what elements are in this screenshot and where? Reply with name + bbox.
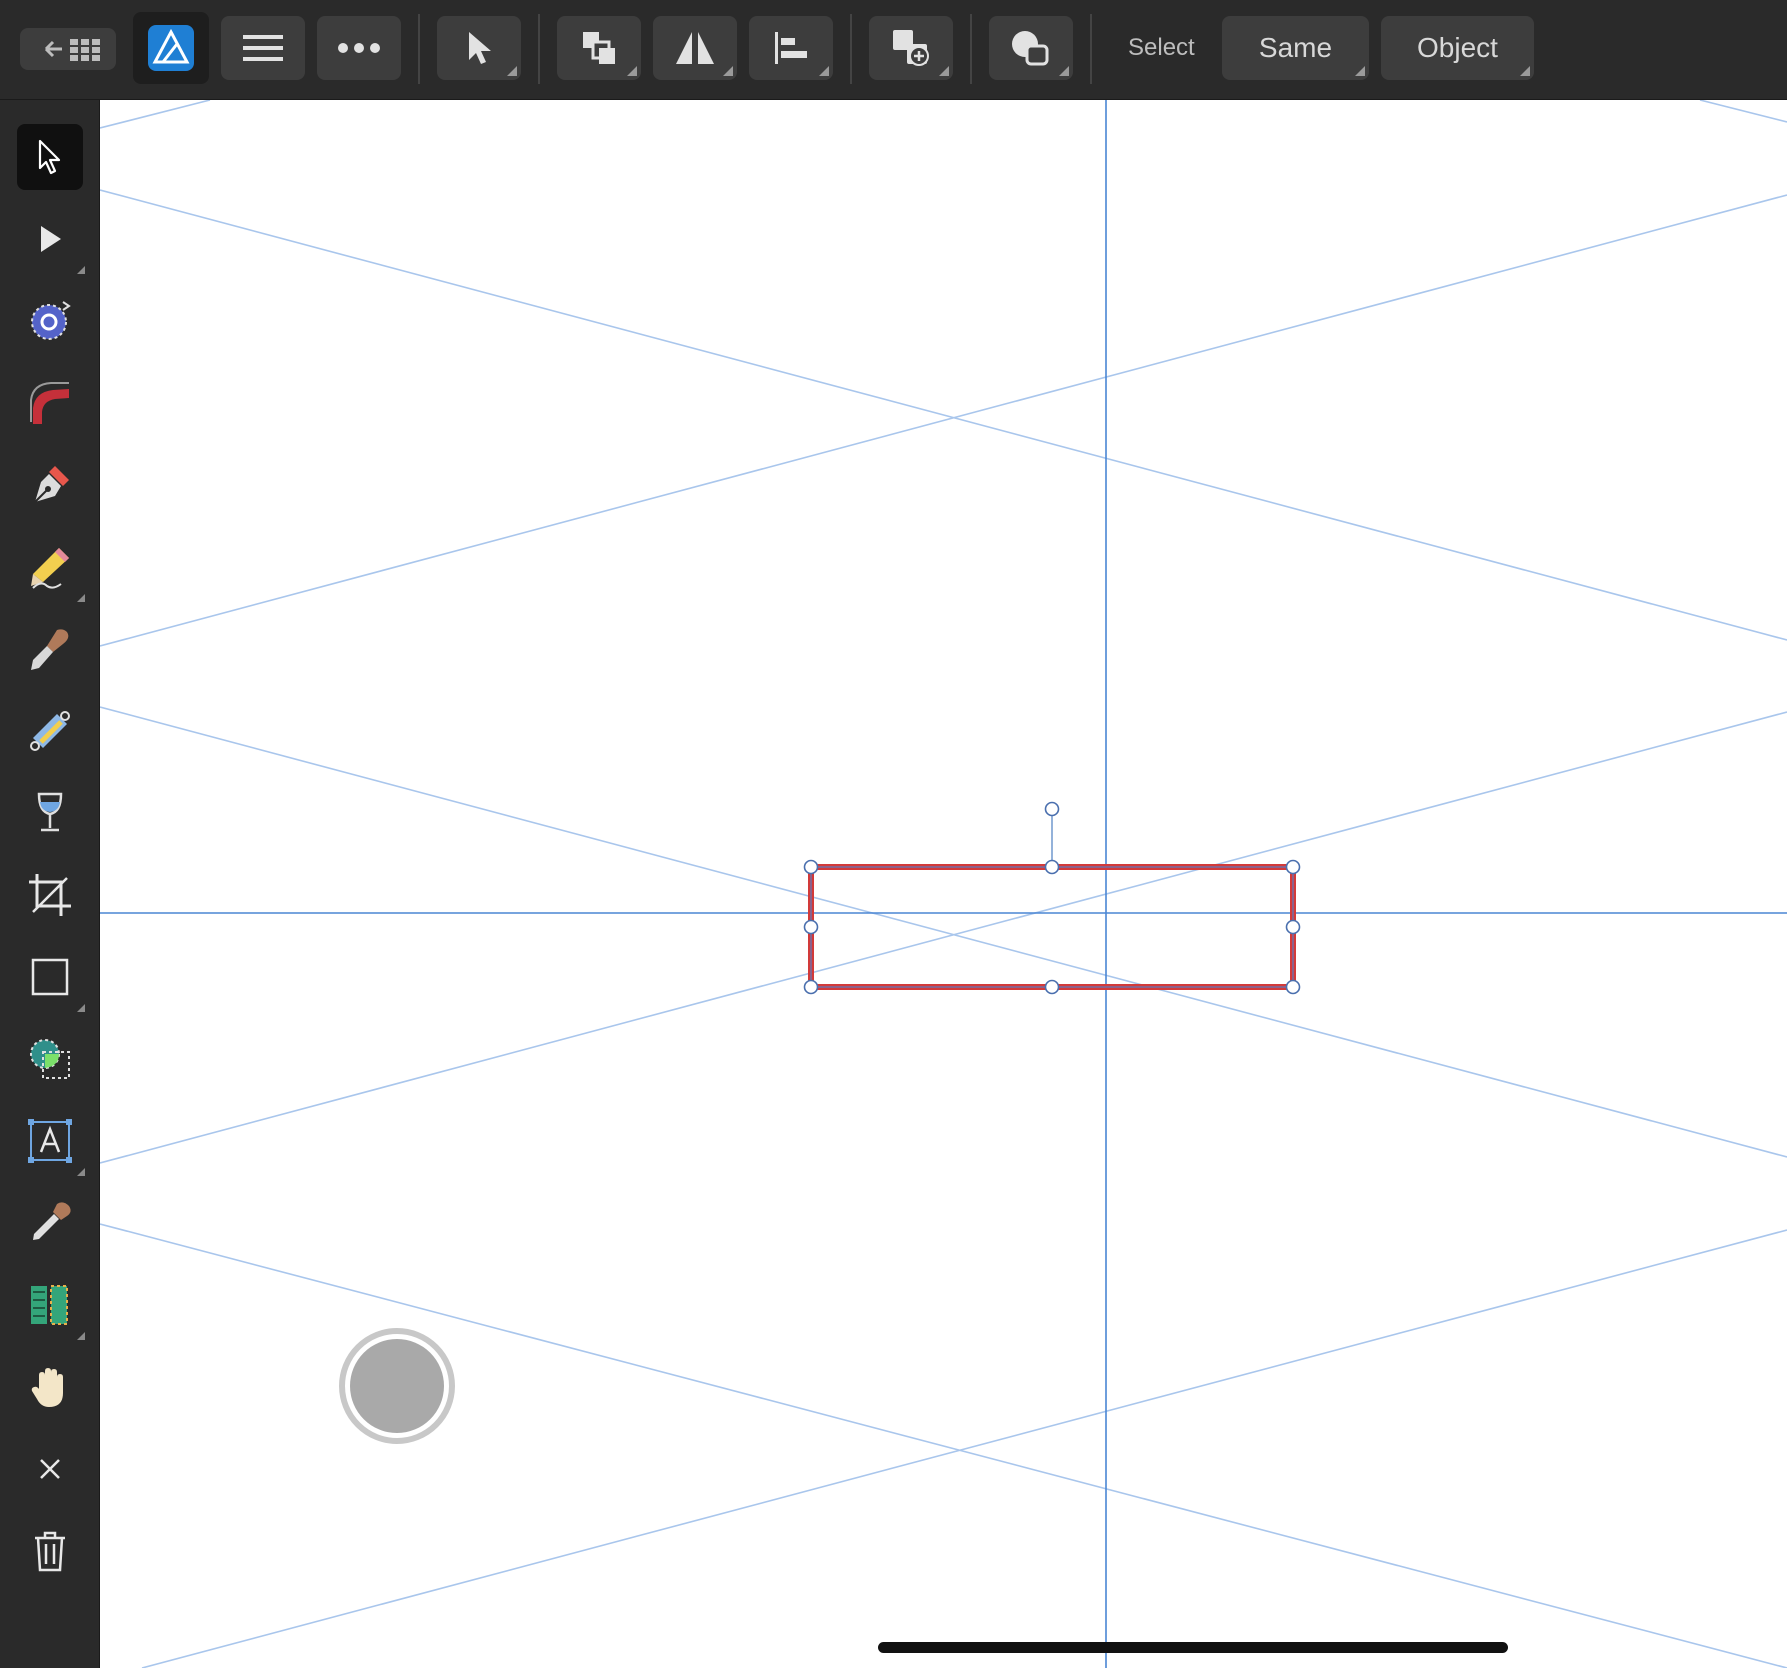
hand-icon: [31, 1368, 63, 1407]
home-indicator[interactable]: [878, 1642, 1508, 1653]
back-grid-icon: [44, 39, 100, 61]
arrange-button[interactable]: [557, 16, 641, 80]
flip-button[interactable]: [653, 16, 737, 80]
move-options-button[interactable]: [437, 16, 521, 80]
arrange-layers-icon: [583, 32, 615, 64]
tools-panel: [0, 100, 101, 1668]
crop-tool-button[interactable]: [17, 862, 83, 928]
eyedropper-icon: [33, 1202, 71, 1240]
pencil-tool-button[interactable]: [17, 534, 85, 602]
rotation-handle[interactable]: [1044, 801, 1060, 817]
align-left-icon: [775, 32, 807, 64]
grid-line: [100, 706, 1787, 1158]
corner-tool-button[interactable]: [17, 370, 83, 436]
toolbar-separator: [850, 14, 852, 84]
more-dots-icon: [338, 43, 380, 53]
gradient-icon: [30, 711, 70, 751]
node-arrow-icon: [41, 226, 61, 252]
delete-button[interactable]: [17, 1518, 83, 1584]
select-object-button[interactable]: Object: [1381, 16, 1534, 80]
select-object-label: Object: [1417, 32, 1498, 63]
resize-handle-bottom[interactable]: [1044, 979, 1060, 995]
crop-icon: [29, 874, 71, 916]
joystick-knob[interactable]: [350, 1339, 444, 1433]
gradient-tool-button[interactable]: [17, 698, 83, 764]
rectangle-tool-button[interactable]: [17, 944, 85, 1012]
geometry-button[interactable]: [989, 16, 1073, 80]
move-arrow-icon: [38, 139, 61, 175]
resize-handle-bottom-left[interactable]: [803, 979, 819, 995]
toolbar-separator: [1090, 14, 1092, 84]
selected-rectangle[interactable]: [803, 801, 1301, 995]
resize-handle-top-left[interactable]: [803, 859, 819, 875]
move-tool-button[interactable]: [17, 124, 83, 190]
resize-handle-bottom-right[interactable]: [1285, 979, 1301, 995]
resize-handle-right[interactable]: [1285, 919, 1301, 935]
perspective-grid: [100, 100, 1787, 1668]
close-button[interactable]: [17, 1436, 83, 1502]
point-transform-tool-button[interactable]: [17, 288, 83, 354]
shape-builder-tool-button[interactable]: [17, 1026, 83, 1092]
corner-curve-icon: [30, 382, 69, 424]
trash-icon: [35, 1531, 65, 1572]
more-button[interactable]: [317, 16, 401, 80]
node-tool-button[interactable]: [17, 206, 85, 274]
toolbar-separator: [970, 14, 972, 84]
artistic-text-tool-button[interactable]: [17, 1108, 85, 1176]
paint-brush-icon: [31, 629, 69, 670]
top-toolbar: Select Same Object: [0, 0, 1787, 100]
wine-glass-fill-icon: [37, 792, 63, 832]
canvas-svg: [100, 100, 1787, 1668]
text-frame-icon: [28, 1119, 72, 1163]
grid-line: [100, 711, 1787, 1164]
document-menu-button[interactable]: [221, 16, 305, 80]
transparency-gradient-icon: [31, 1285, 68, 1325]
drawing-canvas[interactable]: [100, 100, 1787, 1668]
select-same-button[interactable]: Same: [1222, 16, 1369, 80]
grid-line: [100, 100, 211, 129]
toolbar-separator: [418, 14, 420, 84]
selection-box: [810, 866, 1294, 988]
pencil-icon: [31, 548, 69, 589]
grid-line: [100, 194, 1787, 647]
resize-handle-top[interactable]: [1044, 859, 1060, 875]
boolean-shapes-icon: [1012, 31, 1049, 66]
close-icon: [40, 1459, 60, 1479]
pen-nib-icon: [34, 466, 69, 503]
resize-handle-left[interactable]: [803, 919, 819, 935]
select-same-label: Same: [1258, 32, 1333, 63]
point-transform-icon: [31, 301, 71, 340]
pen-tool-button[interactable]: [17, 452, 83, 518]
align-button[interactable]: [749, 16, 833, 80]
hamburger-menu-icon: [243, 35, 283, 61]
designer-persona-button[interactable]: [133, 12, 209, 84]
affinity-designer-logo-icon: [148, 25, 194, 71]
grid-line: [100, 189, 1787, 641]
transparency-tool-button[interactable]: [17, 1272, 85, 1340]
toolbar-separator: [538, 14, 540, 84]
view-tool-button[interactable]: [17, 1354, 83, 1420]
rectangle-shape[interactable]: [808, 864, 1296, 990]
back-to-gallery-button[interactable]: [20, 28, 116, 70]
add-shape-button[interactable]: [869, 16, 953, 80]
shape-builder-icon: [30, 1039, 70, 1079]
pointer-arrow-icon: [469, 32, 491, 64]
vector-brush-tool-button[interactable]: [17, 616, 83, 682]
grid-line: [1699, 100, 1787, 123]
grid-line: [100, 1223, 1787, 1668]
fill-tool-button[interactable]: [17, 780, 83, 846]
rectangle-icon: [31, 958, 69, 996]
add-shape-icon: [893, 30, 929, 66]
color-picker-tool-button[interactable]: [17, 1190, 83, 1256]
modifier-joystick[interactable]: [339, 1328, 455, 1444]
resize-handle-top-right[interactable]: [1285, 859, 1301, 875]
flip-horizontal-icon: [676, 32, 714, 64]
select-label: Select: [1128, 34, 1195, 61]
